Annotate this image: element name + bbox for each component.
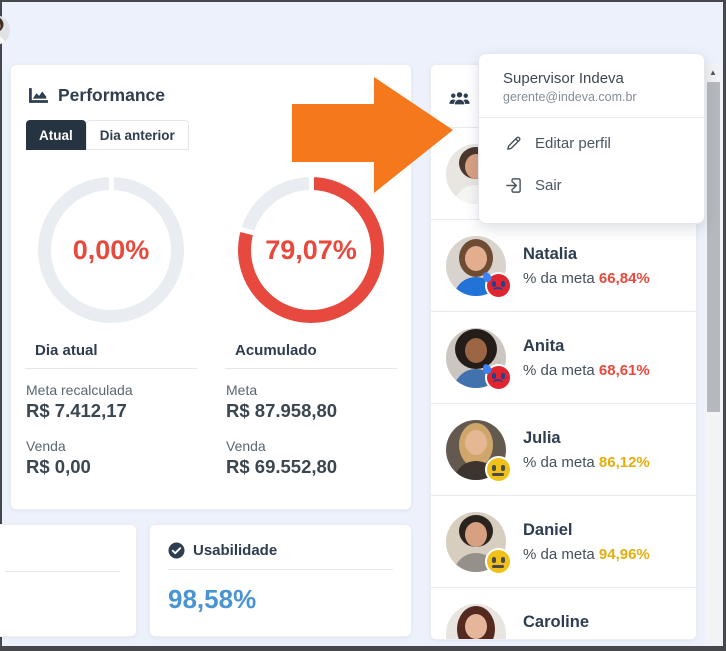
- partial-card: [0, 524, 137, 637]
- divider: [225, 368, 397, 369]
- usability-title: Usabilidade: [193, 542, 277, 559]
- mood-sad-icon: [485, 272, 512, 299]
- performance-title: Performance: [58, 85, 165, 106]
- tab-dia-anterior[interactable]: Dia anterior: [86, 120, 189, 150]
- seller-name: Daniel: [523, 521, 650, 540]
- seller-row-julia[interactable]: Julia % da meta 86,12%: [431, 404, 696, 496]
- seller-meta-value: 86,12%: [599, 454, 650, 471]
- seller-row-daniel[interactable]: Daniel % da meta 94,96%: [431, 496, 696, 588]
- mood-happy-icon: [485, 640, 512, 641]
- user-email: gerente@indeva.com.br: [479, 87, 704, 104]
- user-avatar[interactable]: [0, 15, 10, 45]
- menu-item-editar-perfil[interactable]: Editar perfil: [479, 126, 704, 160]
- seller-meta-value: 68,61%: [599, 362, 650, 379]
- donut-chart-dia-atual: 0,00%: [38, 177, 184, 323]
- tab-atual[interactable]: Atual: [26, 120, 86, 150]
- menu-item-label: Sair: [535, 177, 562, 194]
- menu-item-label: Editar perfil: [535, 135, 611, 152]
- mood-neutral-icon: [485, 548, 512, 575]
- gauge-caption: Acumulado: [225, 342, 397, 359]
- meta-label: Meta: [226, 382, 397, 398]
- scrollbar-thumb[interactable]: [707, 82, 720, 412]
- meta-recalculada-label: Meta recalculada: [26, 382, 197, 398]
- mood-sad-icon: [485, 364, 512, 391]
- seller-avatar: [446, 236, 506, 296]
- scrollbar-up-arrow-icon[interactable]: ▲: [705, 64, 721, 80]
- venda-value: R$ 0,00: [26, 456, 197, 478]
- annotation-arrow: [292, 75, 454, 195]
- user-avatar-photo: [0, 15, 10, 45]
- area-chart-icon: [28, 87, 49, 104]
- logout-icon: [505, 177, 522, 194]
- venda-label: Venda: [226, 438, 397, 454]
- seller-name: Caroline: [523, 613, 657, 632]
- mood-neutral-icon: [485, 456, 512, 483]
- seller-meta-value: 114,17%: [599, 638, 657, 641]
- venda-label: Venda: [26, 438, 197, 454]
- seller-name: Julia: [523, 429, 650, 448]
- donut-value: 0,00%: [38, 177, 184, 323]
- user-name: Supervisor Indeva: [479, 54, 704, 87]
- user-dropdown-menu: Supervisor Indeva gerente@indeva.com.br …: [478, 53, 705, 224]
- donut-chart-acumulado: 79,07%: [238, 177, 384, 323]
- seller-meta: % da meta 68,61%: [523, 362, 650, 379]
- scrollbar[interactable]: ▲: [705, 64, 721, 646]
- gauge-column-acumulado: 79,07% Acumulado Meta R$ 87.958,80 Venda…: [211, 150, 411, 494]
- check-circle-icon: [168, 542, 185, 559]
- seller-name: Natalia: [523, 245, 650, 264]
- seller-name: Anita: [523, 337, 650, 356]
- seller-meta: % da meta 66,84%: [523, 270, 650, 287]
- donut-value: 79,07%: [238, 177, 384, 323]
- seller-avatar: [446, 420, 506, 480]
- menu-item-sair[interactable]: Sair: [479, 168, 704, 202]
- meta-recalculada-value: R$ 7.412,17: [26, 400, 197, 422]
- seller-avatar: [446, 512, 506, 572]
- usability-value: 98,58%: [150, 570, 411, 615]
- seller-row-natalia[interactable]: Natalia % da meta 66,84%: [431, 220, 696, 312]
- dashboard-window: { "user_menu": { "name": "Supervisor Ind…: [0, 0, 726, 651]
- pencil-icon: [505, 135, 522, 152]
- divider: [25, 368, 197, 369]
- divider: [5, 571, 120, 572]
- seller-avatar: [446, 328, 506, 388]
- divider: [479, 117, 704, 118]
- seller-avatar: [446, 604, 506, 641]
- seller-meta: % da meta 86,12%: [523, 454, 650, 471]
- seller-meta-value: 94,96%: [599, 546, 650, 563]
- seller-row-caroline[interactable]: Caroline % da meta 114,17%: [431, 588, 696, 640]
- gauge-column-dia-atual: 0,00% Dia atual Meta recalculada R$ 7.41…: [11, 150, 211, 494]
- venda-value: R$ 69.552,80: [226, 456, 397, 478]
- seller-row-anita[interactable]: Anita % da meta 68,61%: [431, 312, 696, 404]
- seller-meta-value: 66,84%: [599, 270, 650, 287]
- seller-meta: % da meta 94,96%: [523, 546, 650, 563]
- meta-value: R$ 87.958,80: [226, 400, 397, 422]
- usability-card: Usabilidade 98,58%: [149, 524, 412, 637]
- seller-meta: % da meta 114,17%: [523, 638, 657, 641]
- gauge-caption: Dia atual: [25, 342, 197, 359]
